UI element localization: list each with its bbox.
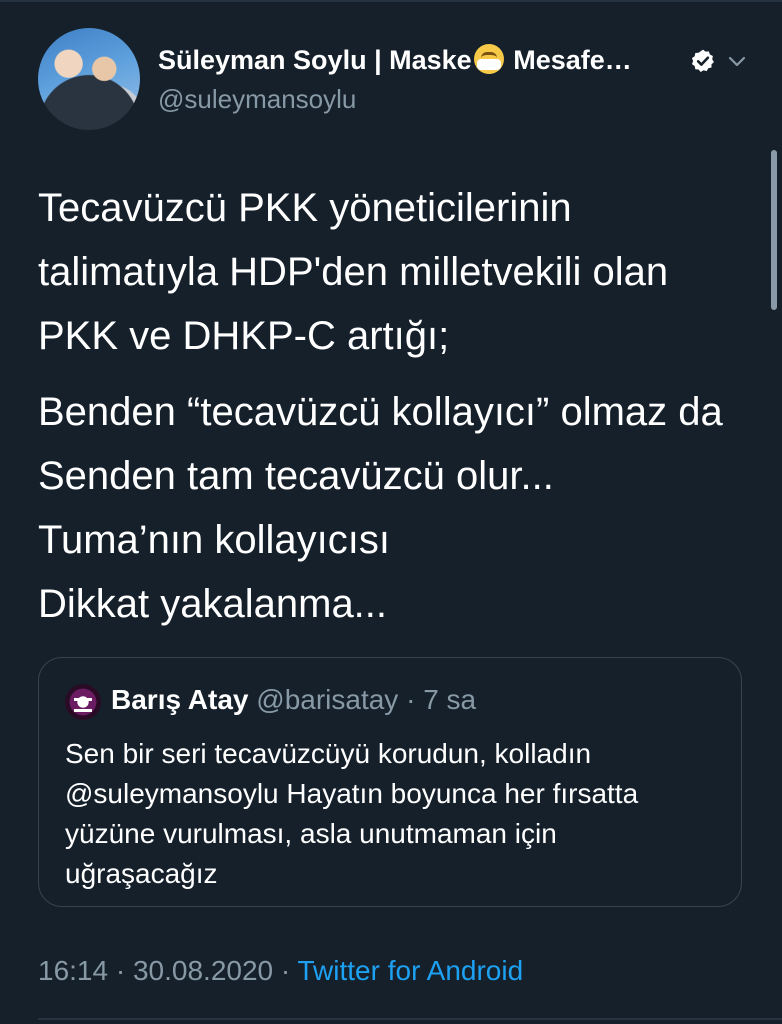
footer-separator: · [115, 955, 126, 986]
chevron-down-icon[interactable] [726, 52, 748, 72]
tweet-paragraph-1: Tecavüzcü PKK yöneticilerinin talimatıyl… [38, 186, 669, 358]
top-divider [0, 0, 782, 2]
tweet-source-link[interactable]: Twitter for Android [298, 955, 524, 986]
quoted-separator: · [406, 684, 416, 715]
author-handle[interactable]: @suleymansoylu [158, 84, 356, 115]
tweet-line-4: Dikkat yakalanma... [38, 582, 388, 626]
quoted-author-avatar [65, 684, 101, 720]
tweet-line-3: Tuma’nın kollayıcısı [38, 518, 390, 562]
author-display-name[interactable]: Süleyman Soylu | Maske Mesafe… [158, 44, 632, 76]
bottom-divider [38, 1018, 782, 1020]
tweet-text: Tecavüzcü PKK yöneticilerinin talimatıyl… [38, 176, 758, 636]
tweet-line-2: Senden tam tecavüzcü olur... [38, 454, 554, 498]
scrollbar-thumb[interactable] [771, 150, 777, 310]
verified-badge-icon [691, 49, 714, 72]
author-avatar[interactable] [38, 28, 140, 130]
tweet-date[interactable]: 30.08.2020 [133, 955, 273, 986]
tweet-line-1: Benden “tecavüzcü kollayıcı” olmaz da [38, 390, 723, 434]
quoted-tweet-header: Barış Atay @barisatay · 7 sa [111, 684, 476, 716]
mask-face-emoji-icon [473, 44, 504, 74]
quoted-author-name: Barış Atay [111, 684, 249, 715]
tweet-footer: 16:14 · 30.08.2020 · Twitter for Android [38, 955, 523, 987]
tweet-header: Süleyman Soylu | Maske Mesafe… @suleyman… [38, 26, 758, 136]
display-name-prefix: Süleyman Soylu | Maske [158, 45, 472, 75]
footer-separator: · [280, 955, 291, 986]
quoted-author-handle: @barisatay [256, 684, 399, 715]
quoted-tweet-time: 7 sa [423, 684, 477, 715]
quoted-tweet-card[interactable]: Barış Atay @barisatay · 7 sa Sen bir ser… [38, 657, 742, 907]
display-name-suffix: Mesafe… [513, 45, 632, 75]
tweet-time[interactable]: 16:14 [38, 955, 108, 986]
quoted-tweet-text: Sen bir seri tecavüzcüyü korudun, kollad… [65, 738, 639, 889]
